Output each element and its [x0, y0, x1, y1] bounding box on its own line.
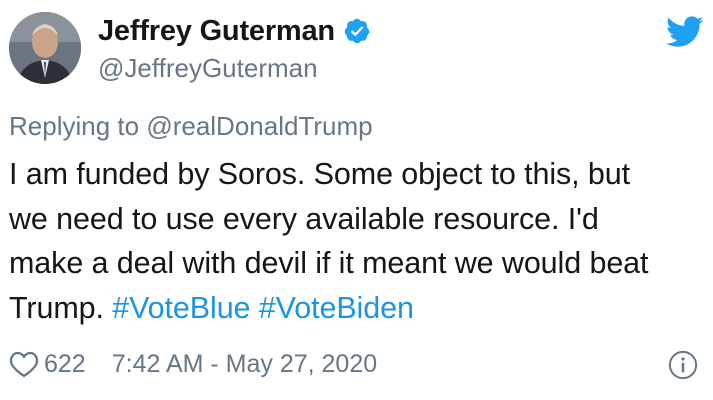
- author-handle[interactable]: @JeffreyGuterman: [98, 53, 318, 84]
- info-icon[interactable]: [668, 350, 698, 380]
- tweet-card: Jeffrey Guterman @JeffreyGuterman Replyi…: [0, 0, 713, 400]
- reply-mention-link[interactable]: @realDonaldTrump: [146, 111, 372, 141]
- tweet-timestamp[interactable]: 7:42 AM - May 27, 2020: [112, 350, 377, 379]
- author-display-name[interactable]: Jeffrey Guterman: [98, 15, 335, 48]
- tweet-text-fragment: Trump.: [9, 290, 104, 325]
- reply-prefix: Replying to: [9, 111, 140, 141]
- avatar[interactable]: [9, 12, 81, 84]
- twitter-bird-icon[interactable]: [666, 16, 704, 48]
- avatar-image: [9, 12, 81, 84]
- hashtag-link[interactable]: #VoteBiden: [259, 291, 414, 325]
- reply-context: Replying to @realDonaldTrump: [9, 111, 373, 142]
- tweet-text-line: we need to use every available resource.…: [9, 201, 599, 236]
- tweet-meta-row: 622 7:42 AM - May 27, 2020: [9, 346, 377, 382]
- tweet-text-line: I am funded by Soros. Some object to thi…: [9, 157, 630, 191]
- like-count: 622: [44, 349, 86, 378]
- tweet-text-line: make a deal with devil if it meant we wo…: [9, 246, 649, 280]
- author-name-row: Jeffrey Guterman: [98, 13, 371, 49]
- tweet-text: I am funded by Soros. Some object to thi…: [9, 152, 699, 330]
- hashtag-link[interactable]: #VoteBlue: [112, 291, 250, 325]
- heart-icon[interactable]: [9, 350, 39, 378]
- verified-badge-icon: [343, 17, 371, 45]
- tweet-text-line-last: Trump. #VoteBlue #VoteBiden: [9, 286, 699, 331]
